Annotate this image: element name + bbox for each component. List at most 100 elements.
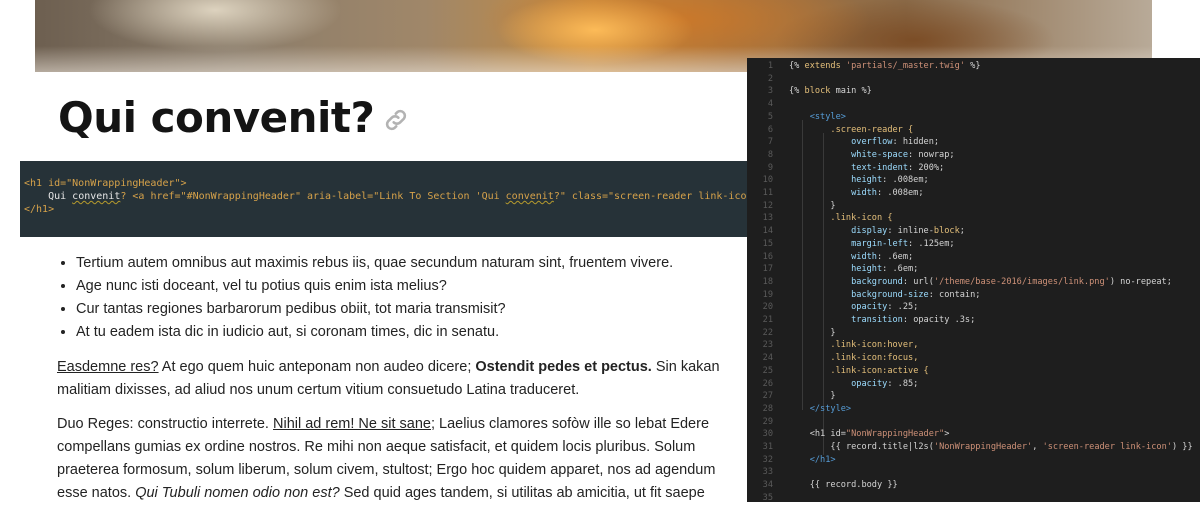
html-code-snippet: <h1 id="NonWrappingHeader"> Qui convenit…	[20, 161, 820, 237]
code-text: opacity: .25;	[851, 302, 919, 313]
line-number: 35	[762, 492, 773, 502]
nihil-ad-rem-link[interactable]: Nihil ad rem! Ne sit sane;	[273, 416, 435, 432]
code-text: overflow: hidden;	[851, 137, 940, 148]
line-number: 25	[762, 365, 773, 376]
editor-line: 4	[747, 99, 1200, 112]
line-number: 19	[762, 289, 773, 300]
line-number: 8	[767, 149, 773, 160]
editor-line: 7 overflow: hidden;	[747, 137, 1200, 150]
code-text: .screen-reader {	[830, 124, 914, 135]
code-editor-panel[interactable]: 1 {% extends 'partials/_master.twig' %} 2 3…	[747, 58, 1200, 502]
line-number: 16	[762, 251, 773, 262]
editor-line: 21 transition: opacity .3s;	[747, 315, 1200, 328]
line-number: 32	[762, 454, 773, 465]
editor-line: 1 {% extends 'partials/_master.twig' %}	[747, 61, 1200, 74]
editor-line: 19 background-size: contain;	[747, 290, 1200, 303]
line-number: 31	[762, 442, 773, 452]
article-body: Tertium autem omnibus aut maximis rebus …	[57, 252, 747, 516]
editor-line: 3 {% block main %}	[747, 86, 1200, 99]
code-text: {{ record.body }}	[809, 480, 898, 491]
paragraph-1: Easdemne res? At ego quem huic anteponam…	[57, 356, 747, 402]
line-number: 13	[762, 213, 773, 224]
editor-line: 18 background: url('/theme/base-2016/ima…	[747, 277, 1200, 290]
line-number: 33	[762, 467, 773, 478]
editor-line: 29	[747, 417, 1200, 430]
editor-line: 34 {{ record.body }}	[747, 480, 1200, 493]
code-text: text-indent: 200%;	[851, 162, 945, 173]
editor-line: 9 text-indent: 200%;	[747, 163, 1200, 176]
link-icon[interactable]	[382, 106, 410, 134]
editor-line: 5 <style>	[747, 112, 1200, 125]
editor-line: 22 }	[747, 328, 1200, 341]
code-text: background: url('/theme/base-2016/images…	[851, 276, 1172, 287]
line-number: 26	[762, 378, 773, 389]
editor-line: 12 }	[747, 201, 1200, 214]
code-text: background-size: contain;	[851, 289, 981, 300]
line-number: 20	[762, 302, 773, 313]
code-text: .link-icon:hover,	[830, 340, 919, 351]
code-text: opacity: .85;	[851, 378, 919, 389]
code-text: display: inline-block;	[851, 226, 965, 237]
paragraph-text: Sed quid ages tandem, si utilitas ab ami…	[339, 485, 705, 501]
editor-line: 15 margin-left: .125em;	[747, 239, 1200, 252]
line-number: 34	[762, 480, 773, 491]
editor-line: 32 </h1>	[747, 455, 1200, 468]
paragraph-text: At ego quem huic anteponam non audeo dic…	[158, 359, 476, 375]
code-text: .link-icon:focus,	[830, 353, 919, 364]
line-number: 7	[767, 137, 773, 148]
line-number: 27	[762, 391, 773, 402]
line-number: 14	[762, 226, 773, 237]
paragraph-2: Duo Reges: constructio interrete. Nihil …	[57, 413, 747, 505]
line-number: 2	[767, 73, 773, 84]
line-number: 30	[762, 429, 773, 440]
line-number: 24	[762, 353, 773, 364]
line-number: 6	[767, 124, 773, 135]
editor-line: 2	[747, 74, 1200, 87]
line-number: 28	[762, 403, 773, 414]
code-text: <style>	[809, 111, 846, 122]
snippet-line-1: <h1 id="NonWrappingHeader">	[24, 178, 187, 189]
code-text: margin-left: .125em;	[851, 238, 955, 249]
code-text: }	[789, 200, 836, 211]
editor-line: 6 .screen-reader {	[747, 125, 1200, 138]
editor-line: 14 display: inline-block;	[747, 226, 1200, 239]
line-number: 9	[767, 162, 773, 173]
bold-text: Ostendit pedes et pectus.	[475, 359, 652, 375]
editor-line: 30 <h1 id="NonWrappingHeader">	[747, 429, 1200, 442]
code-text: }	[789, 391, 836, 402]
list-item: At tu eadem ista dic in iudicio aut, si …	[76, 321, 747, 344]
code-text: {% extends 'partials/_master.twig' %}	[789, 61, 981, 71]
paragraph-text: Duo Reges: constructio interrete.	[57, 416, 273, 432]
line-number: 1	[767, 61, 773, 71]
line-number: 23	[762, 340, 773, 351]
code-text: {{ record.title|l2s('NonWrappingHeader',…	[830, 442, 1193, 452]
line-number: 22	[762, 327, 773, 338]
editor-line: 33	[747, 467, 1200, 480]
line-number: 4	[767, 99, 773, 110]
code-text: .link-icon {	[830, 213, 893, 224]
editor-line: 27 }	[747, 391, 1200, 404]
editor-line: 25 .link-icon:active {	[747, 366, 1200, 379]
code-text: }	[789, 327, 836, 338]
line-number: 12	[762, 200, 773, 211]
line-number: 3	[767, 86, 773, 97]
snippet-line-3: </h1>	[24, 204, 55, 215]
editor-line: 16 width: .6em;	[747, 252, 1200, 265]
line-number: 5	[767, 111, 773, 122]
code-text: <h1 id="NonWrappingHeader">	[789, 429, 950, 440]
editor-line: 8 white-space: nowrap;	[747, 150, 1200, 163]
code-text: </h1>	[809, 454, 836, 465]
page-title: Qui convenit?	[58, 93, 375, 142]
line-number: 29	[762, 416, 773, 427]
code-text: width: .6em;	[851, 251, 914, 262]
editor-line: 35	[747, 493, 1200, 502]
easdemne-res-link[interactable]: Easdemne res?	[57, 359, 159, 375]
code-text: height: .008em;	[851, 175, 929, 186]
editor-line: 20 opacity: .25;	[747, 302, 1200, 315]
list-item: Tertium autem omnibus aut maximis rebus …	[76, 252, 747, 275]
editor-line: 10 height: .008em;	[747, 175, 1200, 188]
editor-line: 28 </style>	[747, 404, 1200, 417]
snippet-line-2: Qui convenit? <a href="#NonWrappingHeade…	[24, 191, 813, 202]
editor-line: 26 opacity: .85;	[747, 379, 1200, 392]
code-text: width: .008em;	[851, 188, 924, 198]
